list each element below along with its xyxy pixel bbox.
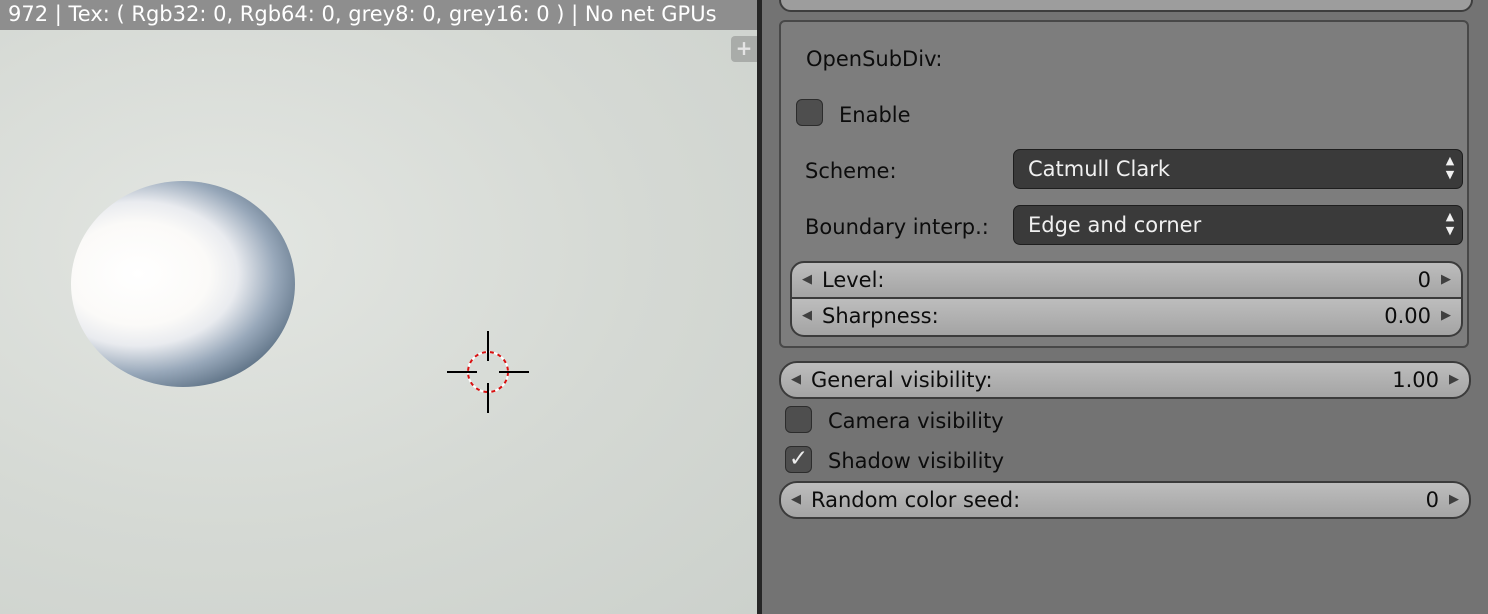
arrow-left-icon[interactable]: ◀ [802,263,812,297]
level-slider[interactable]: ◀ Level: 0 ▶ [790,261,1463,299]
check-icon: ✓ [788,446,809,472]
scheme-dropdown[interactable]: Catmull Clark ▲ ▼ [1013,149,1463,189]
enable-label: Enable [839,103,911,127]
boundary-interp-dropdown[interactable]: Edge and corner ▲ ▼ [1013,205,1463,245]
level-value: 0 [1417,268,1431,292]
3d-viewport[interactable]: 972 | Tex: ( Rgb32: 0, Rgb64: 0, grey8: … [0,0,757,614]
arrow-left-icon[interactable]: ◀ [802,299,812,333]
boundary-interp-label: Boundary interp.: [805,215,989,239]
arrow-left-icon[interactable]: ◀ [791,363,801,397]
sharpness-slider[interactable]: ◀ Sharpness: 0.00 ▶ [790,299,1463,337]
updown-arrows-icon: ▲ ▼ [1445,210,1455,237]
boundary-interp-value: Edge and corner [1028,213,1202,237]
shadow-visibility-checkbox[interactable]: ✓ [785,446,812,473]
sharpness-value: 0.00 [1384,304,1431,328]
camera-visibility-label: Camera visibility [828,409,1004,433]
opensubdiv-box: OpenSubDiv: Enable Scheme: Catmull Clark… [779,20,1469,348]
general-visibility-label: General visibility: [811,368,993,392]
arrow-right-icon[interactable]: ▶ [1449,483,1459,517]
enable-checkbox[interactable] [796,99,823,126]
general-visibility-value: 1.00 [1392,368,1439,392]
properties-panel: OpenSubDiv: Enable Scheme: Catmull Clark… [762,0,1488,614]
scheme-value: Catmull Clark [1028,157,1171,181]
viewport-status-bar: 972 | Tex: ( Rgb32: 0, Rgb64: 0, grey8: … [0,0,757,30]
3d-cursor-icon[interactable] [447,331,529,413]
updown-arrows-icon: ▲ ▼ [1445,154,1455,181]
arrow-right-icon[interactable]: ▶ [1441,299,1451,333]
random-color-seed-label: Random color seed: [811,488,1021,512]
sphere-object[interactable] [71,181,295,387]
opensubdiv-title: OpenSubDiv: [806,47,943,71]
arrow-right-icon[interactable]: ▶ [1449,363,1459,397]
shadow-visibility-label: Shadow visibility [828,449,1005,473]
level-label: Level: [822,268,885,292]
arrow-right-icon[interactable]: ▶ [1441,263,1451,297]
random-color-seed-value: 0 [1425,488,1439,512]
random-color-seed-slider[interactable]: ◀ Random color seed: 0 ▶ [779,481,1471,519]
sharpness-label: Sharpness: [822,304,939,328]
camera-visibility-checkbox[interactable] [785,406,812,433]
arrow-left-icon[interactable]: ◀ [791,483,801,517]
general-visibility-slider[interactable]: ◀ General visibility: 1.00 ▶ [779,361,1471,399]
scheme-label: Scheme: [805,159,897,183]
collapsed-field-above[interactable] [779,0,1473,12]
plus-icon[interactable]: + [731,36,757,62]
